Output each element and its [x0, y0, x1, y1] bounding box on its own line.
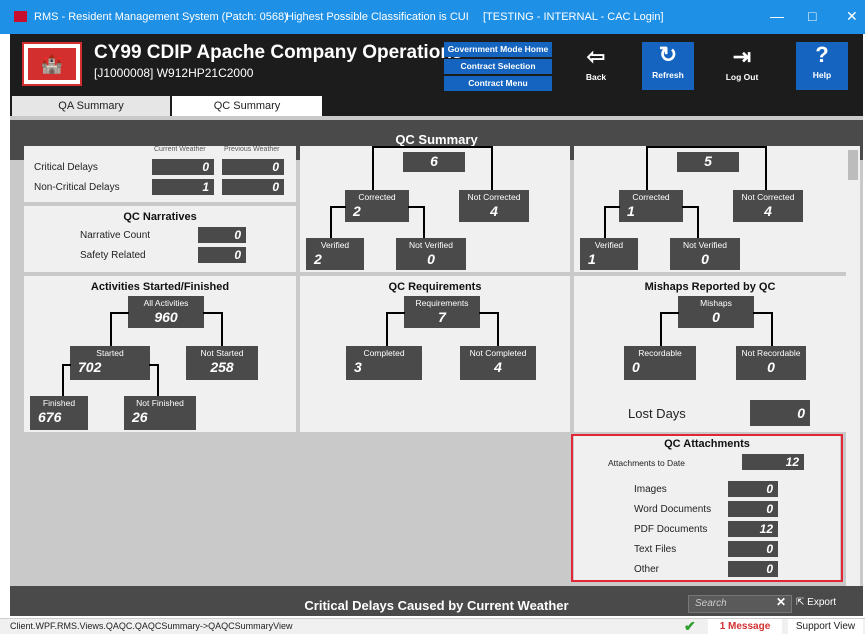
- narrative-count-label: Narrative Count: [80, 230, 151, 241]
- corrected-node-left: Corrected 2: [345, 190, 409, 222]
- deficiencies-panel-left: 6 Corrected 2 Not Corrected 4 Verified 2…: [300, 146, 570, 272]
- safety-related-label: Safety Related: [80, 250, 146, 261]
- qc-narratives-title: QC Narratives: [123, 211, 197, 223]
- qc-narratives-panel: QC Narratives Narrative Count 0 Safety R…: [24, 206, 296, 272]
- activities-title: Activities Started/Finished: [90, 281, 230, 293]
- non-critical-delays-label: Non-Critical Delays: [34, 182, 120, 193]
- not-finished-node: Not Finished 26: [124, 396, 196, 430]
- scrollbar-thumb[interactable]: [848, 150, 858, 180]
- back-label: Back: [585, 72, 607, 82]
- refresh-button[interactable]: ↻ Refresh: [642, 42, 694, 90]
- contract-selection-button[interactable]: Contract Selection: [444, 59, 552, 74]
- lost-days-label: Lost Days: [628, 406, 686, 421]
- message-button[interactable]: 1 Message: [708, 619, 782, 635]
- critical-delays-previous: 0: [222, 159, 284, 175]
- non-critical-delays-previous: 0: [222, 179, 284, 195]
- corrected-node-right: Corrected 1: [619, 190, 683, 222]
- app-icon: [14, 11, 27, 22]
- qc-summary-heading: QC Summary: [395, 132, 478, 147]
- critical-delays-banner: Critical Delays Caused by Current Weathe…: [10, 586, 863, 616]
- logout-label: Log Out: [725, 72, 759, 82]
- help-icon: ?: [815, 42, 829, 67]
- critical-delays-current: 0: [152, 159, 214, 175]
- weather-delays-panel: Current Weather Previous Weather Critica…: [24, 146, 296, 202]
- verified-node-left: Verified 2: [306, 238, 364, 270]
- completed-node: Completed 3: [346, 346, 422, 380]
- project-title: CY99 CDIP Apache Company Operations: [94, 42, 463, 63]
- qc-requirements-title: QC Requirements: [388, 281, 482, 293]
- app-window: RMS - Resident Management System (Patch:…: [0, 0, 865, 635]
- tab-qa-summary[interactable]: QA Summary: [12, 96, 170, 116]
- title-bar: RMS - Resident Management System (Patch:…: [0, 0, 865, 34]
- refresh-icon: ↻: [658, 42, 678, 67]
- classification-text: Highest Possible Classification is CUI: [286, 11, 469, 23]
- contract-number: [J1000008] W912HP21C2000: [94, 66, 254, 80]
- help-button[interactable]: ? Help: [796, 42, 848, 90]
- logout-icon: ⇥: [732, 44, 752, 69]
- logout-button[interactable]: ⇥ Log Out: [716, 44, 768, 82]
- back-arrow-icon: ⇦: [586, 44, 606, 69]
- refresh-label: Refresh: [652, 70, 684, 80]
- verified-node-right: Verified 1: [580, 238, 638, 270]
- close-button[interactable]: ✕: [846, 8, 858, 25]
- not-completed-node: Not Completed 4: [460, 346, 536, 380]
- started-node: Started 702: [70, 346, 150, 380]
- support-view-button[interactable]: Support View: [788, 619, 863, 635]
- qc-summary-content: QC Summary Current Weather Previous Weat…: [10, 116, 863, 616]
- minimize-button[interactable]: —: [770, 8, 784, 24]
- safety-related-value: 0: [198, 247, 246, 263]
- contract-menu-button[interactable]: Contract Menu: [444, 76, 552, 91]
- status-bar: Client.WPF.RMS.Views.QAQC.QAQCSummary->Q…: [0, 618, 865, 635]
- recordable-node: Recordable 0: [624, 346, 696, 380]
- mishaps-title: Mishaps Reported by QC: [644, 281, 776, 293]
- not-verified-node-left: Not Verified 0: [396, 238, 466, 270]
- not-started-node: Not Started 258: [186, 346, 258, 380]
- not-verified-node-right: Not Verified 0: [670, 238, 740, 270]
- checkmark-icon: ✔: [684, 618, 696, 634]
- requirements-node: Requirements 7: [404, 296, 480, 328]
- narrative-count-value: 0: [198, 227, 246, 243]
- tab-bar: QA Summary QC Summary: [10, 96, 863, 116]
- finished-node: Finished 676: [30, 396, 88, 430]
- activities-panel: Activities Started/Finished All Activiti…: [24, 276, 296, 432]
- all-activities-node: All Activities 960: [128, 296, 204, 328]
- back-button[interactable]: ⇦ Back: [570, 44, 622, 82]
- deficiencies-total-node-right: 5: [677, 152, 739, 172]
- mishaps-panel: Mishaps Reported by QC Mishaps 0 Recorda…: [574, 276, 846, 432]
- deficiencies-panel-right: 5 Corrected 1 Not Corrected 4 Verified 1…: [574, 146, 846, 272]
- vertical-scrollbar[interactable]: [846, 146, 860, 616]
- mishaps-node: Mishaps 0: [678, 296, 754, 328]
- view-path-text: Client.WPF.RMS.Views.QAQC.QAQCSummary->Q…: [10, 621, 293, 631]
- help-label: Help: [812, 70, 832, 80]
- castle-icon: 🏰: [28, 48, 76, 80]
- window-title: RMS - Resident Management System (Patch:…: [34, 11, 288, 23]
- lost-days-value: 0: [750, 400, 810, 426]
- qc-requirements-panel: QC Requirements Requirements 7 Completed…: [300, 276, 570, 432]
- critical-delays-label: Critical Delays: [34, 162, 98, 173]
- app-header: 🏰 CY99 CDIP Apache Company Operations [J…: [10, 34, 863, 96]
- previous-weather-header: Previous Weather: [224, 146, 280, 153]
- export-label: Export: [807, 597, 837, 608]
- deficiencies-total-node: 6: [403, 152, 465, 172]
- usace-logo: 🏰: [22, 42, 82, 86]
- environment-text: [TESTING - INTERNAL - CAC Login]: [483, 11, 664, 23]
- clear-search-icon[interactable]: ✕: [776, 595, 786, 609]
- not-corrected-node-right: Not Corrected 4: [733, 190, 803, 222]
- export-icon: ⇱: [796, 597, 805, 608]
- government-mode-home-button[interactable]: Government Mode Home: [444, 42, 552, 57]
- maximize-button[interactable]: □: [808, 8, 816, 24]
- not-corrected-node-left: Not Corrected 4: [459, 190, 529, 222]
- export-button[interactable]: ⇱ Export: [796, 597, 836, 608]
- attachments-highlight-box: [571, 434, 843, 582]
- tab-qc-summary[interactable]: QC Summary: [172, 96, 322, 116]
- not-recordable-node: Not Recordable 0: [736, 346, 806, 380]
- non-critical-delays-current: 1: [152, 179, 214, 195]
- current-weather-header: Current Weather: [154, 146, 206, 153]
